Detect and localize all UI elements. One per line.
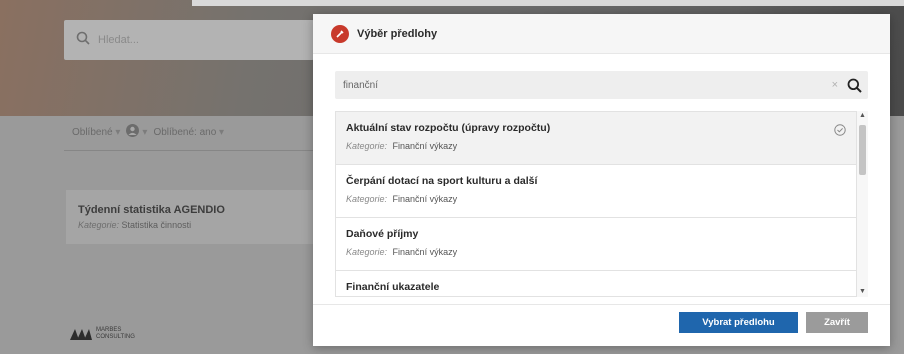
- scroll-down-icon[interactable]: ▼: [857, 287, 868, 297]
- template-search-input[interactable]: [343, 79, 832, 91]
- report-card-title: Týdenní statistika AGENDIO: [78, 204, 225, 216]
- category-value: Finanční výkazy: [392, 194, 458, 204]
- category-value: Statistika činnosti: [121, 220, 192, 230]
- divider: [64, 150, 314, 151]
- clear-icon[interactable]: ×: [832, 79, 838, 91]
- favorites-label: Oblíbené: [72, 126, 113, 138]
- list-item[interactable]: Aktuální stav rozpočtu (úpravy rozpočtu)…: [336, 112, 856, 165]
- template-name: Daňové příjmy: [346, 228, 419, 240]
- category-label: Kategorie:: [346, 194, 388, 204]
- favorites-filter-dropdown[interactable]: Oblíbené: ano ▾: [153, 127, 224, 138]
- template-category: Kategorie: Finanční výkazy: [346, 141, 846, 151]
- template-name: Čerpání dotací na sport kulturu a další: [346, 175, 538, 187]
- dialog-header: Výběr předlohy: [313, 14, 890, 54]
- template-name: Finanční ukazatele: [346, 281, 440, 293]
- list-item[interactable]: Finanční ukazatele: [336, 271, 856, 296]
- template-name: Aktuální stav rozpočtu (úpravy rozpočtu): [346, 122, 551, 134]
- search-icon[interactable]: [844, 75, 864, 95]
- template-picker-dialog: Výběr předlohy × Aktuální stav rozpočtu …: [313, 14, 890, 346]
- logo-line1: MARBES: [96, 327, 122, 333]
- background-search-field[interactable]: Hledat...: [64, 20, 314, 60]
- filter-row: Oblíbené ▾ ▾ Oblíbené: ano ▾: [72, 124, 224, 140]
- template-category: Kategorie: Finanční výkazy: [346, 194, 846, 204]
- template-icon: [331, 24, 349, 43]
- company-logo: MARBES CONSULTING: [70, 327, 135, 341]
- footer-divider: [313, 304, 890, 305]
- category-label: Kategorie:: [78, 220, 120, 230]
- chevron-down-icon: ▾: [115, 126, 121, 138]
- favorites-dropdown[interactable]: Oblíbené ▾: [72, 127, 120, 138]
- search-placeholder: Hledat...: [98, 34, 139, 46]
- report-card[interactable]: Týdenní statistika AGENDIO Kategorie: St…: [66, 190, 316, 244]
- user-filter[interactable]: ▾: [126, 124, 147, 140]
- favorites-filter-label: Oblíbené: ano: [153, 126, 217, 138]
- list-item[interactable]: Daňové příjmy Kategorie: Finanční výkazy: [336, 218, 856, 271]
- user-icon: [126, 124, 140, 140]
- check-circle-icon: [834, 123, 846, 141]
- report-card-category: Kategorie: Statistika činnosti: [78, 220, 304, 230]
- dialog-title: Výběr předlohy: [357, 27, 438, 40]
- category-label: Kategorie:: [346, 141, 388, 151]
- chevron-down-icon: ▾: [142, 126, 148, 138]
- top-bar: [192, 0, 904, 6]
- scroll-up-icon[interactable]: ▲: [857, 111, 868, 121]
- chevron-down-icon: ▾: [219, 126, 225, 138]
- close-button[interactable]: Zavřít: [806, 312, 868, 333]
- logo-mark-icon: [70, 329, 92, 340]
- template-search: ×: [335, 71, 868, 99]
- scrollbar-thumb[interactable]: [859, 125, 866, 175]
- template-list: Aktuální stav rozpočtu (úpravy rozpočtu)…: [335, 111, 857, 297]
- category-label: Kategorie:: [346, 247, 388, 257]
- logo-line2: CONSULTING: [96, 334, 135, 340]
- template-category: Kategorie: Finanční výkazy: [346, 247, 846, 257]
- search-icon: [76, 31, 90, 50]
- list-scrollbar[interactable]: ▲ ▼: [857, 111, 868, 297]
- select-template-button[interactable]: Vybrat předlohu: [679, 312, 798, 333]
- category-value: Finanční výkazy: [392, 141, 458, 151]
- category-value: Finanční výkazy: [392, 247, 458, 257]
- list-item[interactable]: Čerpání dotací na sport kulturu a další …: [336, 165, 856, 218]
